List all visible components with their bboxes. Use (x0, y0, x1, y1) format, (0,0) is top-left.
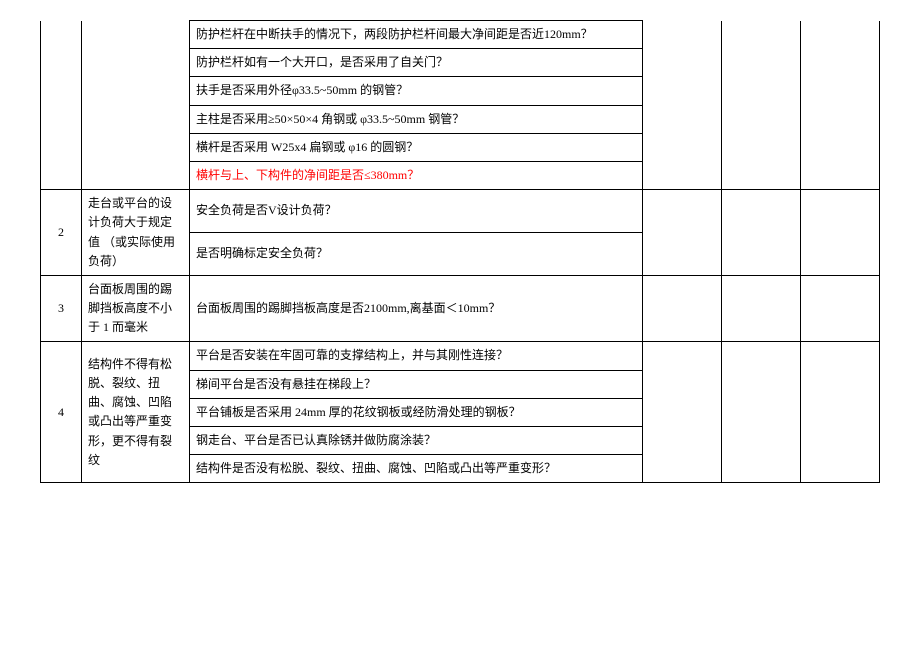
r4-q4: 钢走台、平台是否已认真除锈并做防腐涂装？ (190, 427, 643, 455)
r3-e3 (801, 275, 880, 342)
r1-q3: 扶手是否采用外径φ33.5~50mm 的钢管？ (190, 77, 643, 105)
row2-num: 2 (41, 190, 82, 276)
r4-e1 (643, 342, 722, 483)
r4-q5: 结构件是否没有松脱、裂纹、扭曲、腐蚀、凹陷或凸出等严重变形？ (190, 455, 643, 483)
r1-q5: 横杆是否采用 W25x4 扁钢或 φ16 的圆钢？ (190, 133, 643, 161)
r3-e2 (722, 275, 801, 342)
r2-e3 (801, 190, 880, 276)
r1-q6: 横杆与上、下构件的净间距是否≤380mm？ (190, 161, 643, 189)
r4-q2: 梯间平台是否没有悬挂在梯段上？ (190, 370, 643, 398)
r3-q1: 台面板周围的踢脚挡板高度是否2100mm,离基面＜10mm？ (190, 275, 643, 342)
r2-e2 (722, 190, 801, 276)
r3-e1 (643, 275, 722, 342)
row3-topic: 台面板周围的踢脚挡板高度不小于 1 而毫米 (82, 275, 190, 342)
r1-e1 (643, 21, 722, 190)
r1-q2: 防护栏杆如有一个大开口，是否采用了自关门？ (190, 49, 643, 77)
r2-q2: 是否明确标定安全负荷？ (190, 233, 643, 276)
r2-q1: 安全负荷是否V设计负荷？ (190, 190, 643, 233)
r4-q3: 平台铺板是否采用 24mm 厚的花纹钢板或经防滑处理的钢板？ (190, 398, 643, 426)
r1-e3 (801, 21, 880, 190)
r4-q1: 平台是否安装在牢固可靠的支撑结构上，并与其刚性连接？ (190, 342, 643, 370)
spec-table: 防护栏杆在中断扶手的情况下，两段防护栏杆间最大净间距是否近120mm？ 防护栏杆… (40, 20, 880, 483)
r1-q4: 主柱是否采用≥50×50×4 角钢或 φ33.5~50mm 钢管？ (190, 105, 643, 133)
row2-topic: 走台或平台的设计负荷大于规定值 （或实际使用负荷） (82, 190, 190, 276)
row1-num (41, 21, 82, 190)
row4-topic: 结构件不得有松脱、裂纹、扭曲、腐蚀、凹陷或凸出等严重变形，更不得有裂纹 (82, 342, 190, 483)
r4-e3 (801, 342, 880, 483)
r2-e1 (643, 190, 722, 276)
row1-topic (82, 21, 190, 190)
row4-num: 4 (41, 342, 82, 483)
r1-e2 (722, 21, 801, 190)
row3-num: 3 (41, 275, 82, 342)
r4-e2 (722, 342, 801, 483)
r1-q1: 防护栏杆在中断扶手的情况下，两段防护栏杆间最大净间距是否近120mm？ (190, 21, 643, 49)
